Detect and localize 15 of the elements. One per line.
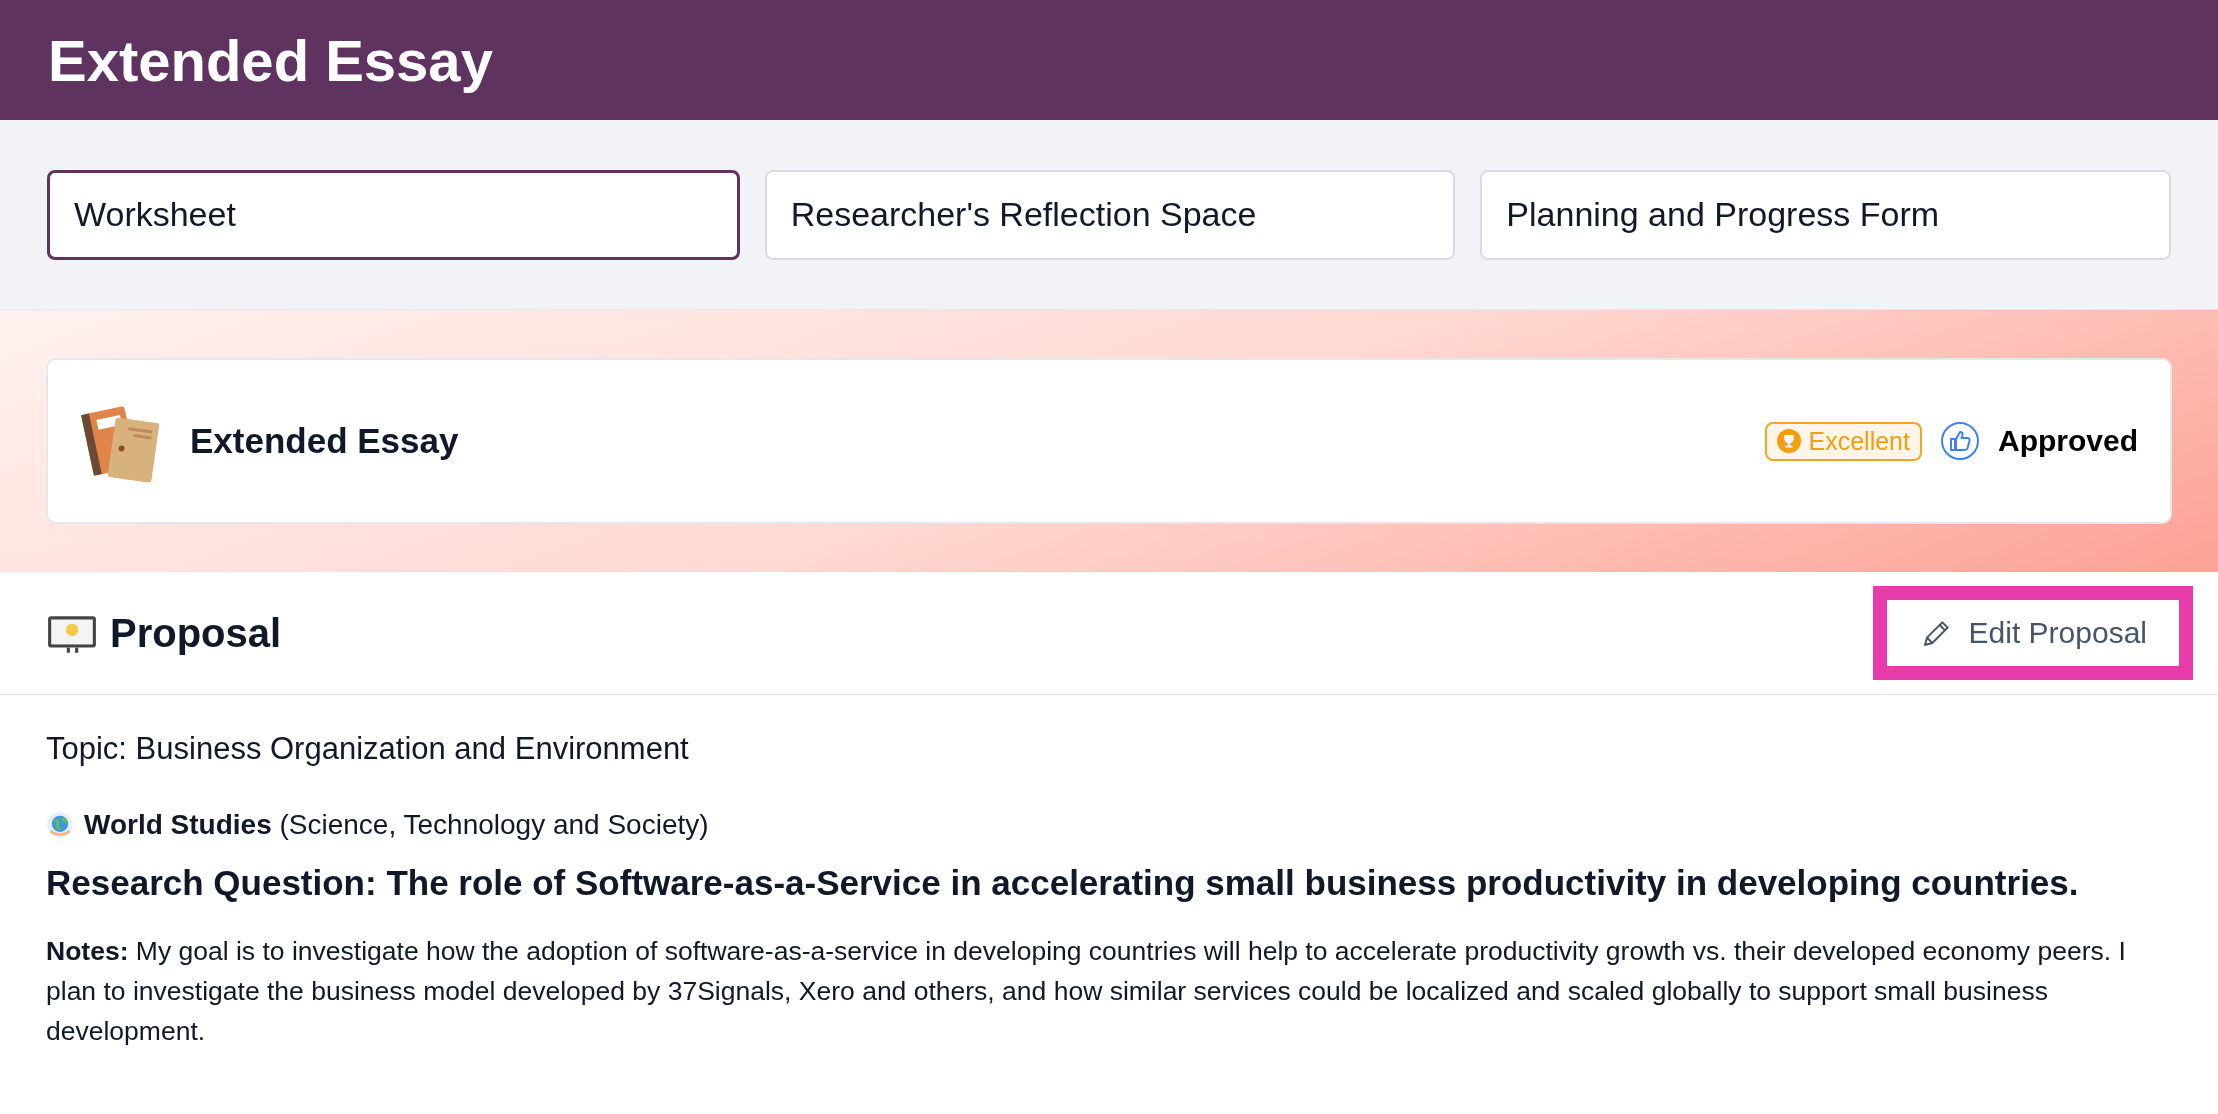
tab[interactable]: Researcher's Reflection Space bbox=[764, 169, 1456, 260]
thumbs-up-icon bbox=[1940, 421, 1980, 461]
approval-status: Approved bbox=[1998, 424, 2138, 458]
card-title: Extended Essay bbox=[190, 421, 459, 461]
trophy-icon bbox=[1776, 429, 1801, 453]
grade-badge: Excellent bbox=[1764, 421, 1922, 461]
page-title: Extended Essay bbox=[48, 26, 493, 94]
globe-icon bbox=[46, 811, 74, 839]
research-question: Research Question: The role of Software-as-a-Service in accelerating small business productivity in developing countries. bbox=[46, 863, 2080, 903]
tab[interactable]: Planning and Progress Form bbox=[1480, 169, 2171, 260]
topic-text: Topic: Business Organization and Environment bbox=[46, 731, 690, 767]
subject-text: World Studies (Science, Technology and Society) bbox=[84, 809, 709, 841]
notes-text: Notes: My goal is to investigate how the adoption of software-as-a-service in developing countries will help to accelerate productivity growth vs. their developed economy peers. I plan to investigate the business model developed by 37Signals, Xero and others, and how similar services could be localized and scaled globally to support small business development. bbox=[46, 935, 2127, 1048]
tab[interactable]: Worksheet bbox=[47, 169, 740, 260]
section-title: Proposal bbox=[110, 610, 282, 656]
